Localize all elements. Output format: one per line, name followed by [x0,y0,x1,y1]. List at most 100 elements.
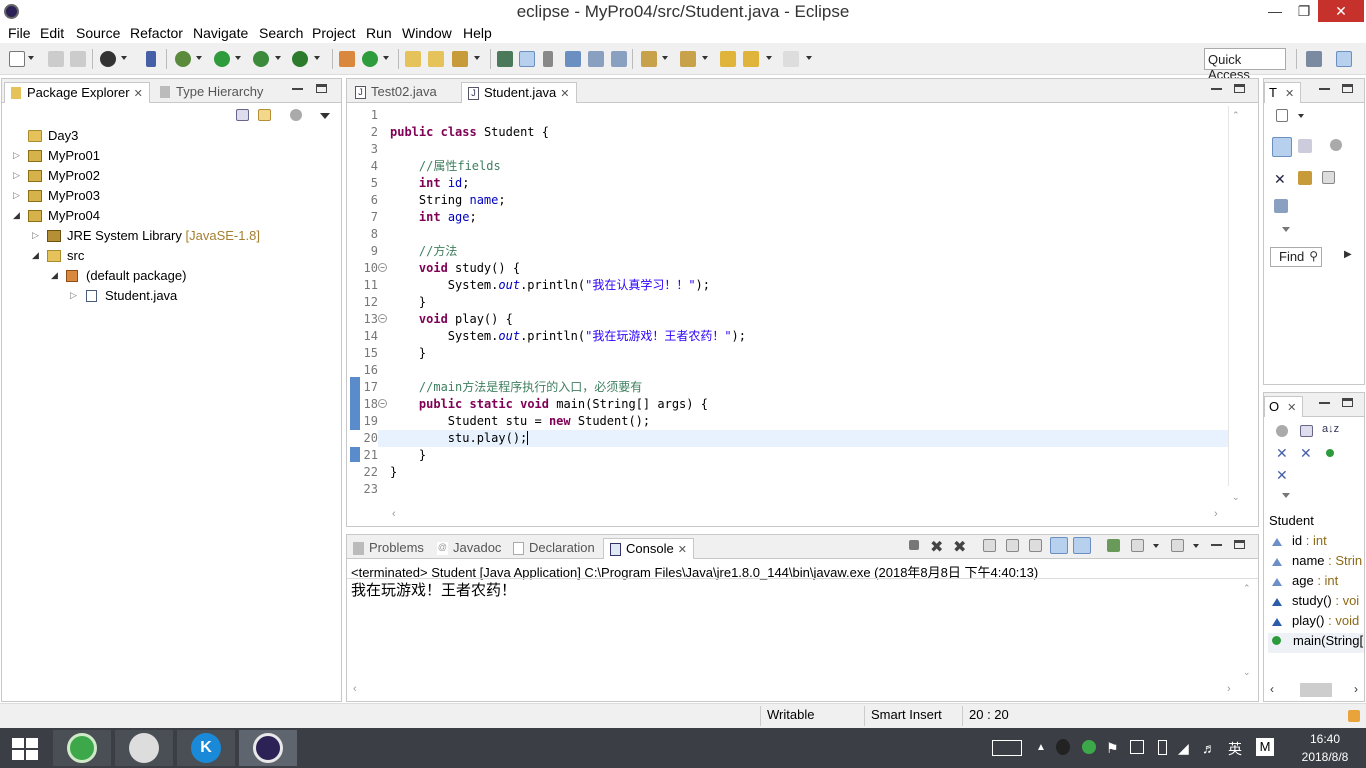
outline-item-name[interactable]: name : Strin [1268,553,1362,573]
terminate-icon[interactable] [909,540,919,550]
show-on-stdout-icon[interactable] [1050,537,1068,554]
display-icon[interactable] [1130,740,1144,754]
sort-icon[interactable]: a↓z [1322,423,1339,439]
next-annotation-icon[interactable] [641,51,657,67]
remove-launch-icon[interactable]: ✖ [930,537,946,556]
expand-arrow-icon[interactable]: ▷ [13,170,20,181]
tab-student-java[interactable]: J Student.java ✕ [461,82,577,103]
outline-class-name[interactable]: Student [1269,513,1314,528]
open-perspective-icon[interactable] [1306,51,1322,67]
forward-arrow-icon[interactable] [783,51,799,67]
menu-navigate[interactable]: Navigate [193,25,248,41]
minimize-icon[interactable] [1211,84,1222,90]
tab-package-explorer[interactable]: Package Explorer ✕ [4,82,150,103]
clock-date[interactable]: 2018/8/8 [1290,750,1360,764]
java-perspective-icon[interactable] [1336,51,1352,67]
collapse-arrow-icon[interactable]: ◢ [13,210,20,221]
show-on-stderr-icon[interactable] [1073,537,1091,554]
menu-search[interactable]: Search [259,25,303,41]
tab-declaration[interactable]: Declaration [507,538,601,559]
new-task-icon[interactable] [1276,109,1288,122]
console-output[interactable]: 我在玩游戏！王者农药！ [351,579,516,600]
debug-icon[interactable] [175,51,191,67]
outline-item-id[interactable]: id : int [1268,533,1327,553]
filter-tasks-icon[interactable] [1330,139,1342,151]
menu-edit[interactable]: Edit [40,25,64,41]
close-window-button[interactable]: ✕ [1318,0,1364,22]
hide-static-icon[interactable]: ✕ [1300,445,1316,461]
tab-test02-java[interactable]: J Test02.java [349,82,443,103]
annotation-icon[interactable] [497,51,513,67]
qq-tray-icon[interactable] [1056,739,1070,755]
new-class-icon[interactable] [362,51,378,67]
taskbar-app-k[interactable]: K [177,730,235,766]
chevron-down-icon[interactable] [1282,493,1290,498]
close-icon[interactable]: ✕ [560,88,569,100]
coverage-icon[interactable] [253,51,269,67]
ime-indicator[interactable]: 英 [1228,739,1242,759]
chevron-down-icon[interactable] [1282,227,1290,232]
tab-javadoc[interactable]: @ Javadoc [431,538,507,559]
menu-run[interactable]: Run [366,25,392,41]
word-wrap-icon[interactable] [565,51,581,67]
word-wrap-console-icon[interactable] [1029,539,1042,552]
windows-start-icon[interactable] [12,738,38,760]
outline-item-study[interactable]: study() : voi [1268,593,1359,613]
save-all-icon[interactable] [70,51,86,67]
menu-project[interactable]: Project [312,25,356,41]
scroll-left-icon[interactable]: ‹ [353,683,357,695]
expand-arrow-icon[interactable]: ▷ [70,290,77,301]
close-icon[interactable]: ✕ [678,544,687,556]
synchronize-icon[interactable] [1274,199,1288,213]
remove-all-launches-icon[interactable]: ✖ [953,537,969,556]
tab-console[interactable]: Console ✕ [603,538,694,559]
taskbar-app-browser[interactable] [53,730,111,766]
notification-icon[interactable] [1348,710,1360,722]
scheduled-icon[interactable] [1298,139,1312,153]
filter-icon[interactable] [290,109,302,121]
tab-type-hierarchy[interactable]: Type Hierarchy [154,82,269,103]
new-icon[interactable] [9,51,25,67]
block-selection-icon[interactable] [543,51,553,67]
search-tool-icon[interactable] [452,51,468,67]
menu-source[interactable]: Source [76,25,120,41]
scroll-up-icon[interactable]: ⌃ [1232,110,1240,121]
maximize-icon[interactable] [1342,84,1353,93]
chevron-right-icon[interactable]: ▶ [1344,249,1352,260]
show-hidden-icons-icon[interactable]: ▲ [1036,742,1046,753]
hide-nonpublic-icon[interactable] [1326,449,1334,457]
expand-arrow-icon[interactable]: ▷ [32,230,39,241]
view-menu-icon[interactable] [320,113,330,119]
tab-outline[interactable]: O ✕ [1264,396,1304,417]
fold-toggle-icon[interactable]: − [378,314,387,323]
network-icon[interactable]: ◢ [1178,740,1189,757]
scroll-down-icon[interactable]: ⌄ [1232,492,1240,503]
keyboard-icon[interactable] [992,740,1022,756]
maximize-icon[interactable] [316,84,327,93]
fold-toggle-icon[interactable]: − [378,399,387,408]
tab-problems[interactable]: Problems [347,538,430,559]
clock-time[interactable]: 16:40 [1290,732,1360,746]
minimize-icon[interactable] [1211,540,1222,546]
hide-completed-icon[interactable]: ✕ [1274,171,1290,187]
categorize-icon[interactable] [1272,137,1292,157]
find-tasks-input[interactable]: Find ⚲ [1270,247,1322,267]
maximize-icon[interactable] [1234,540,1245,549]
fold-toggle-icon[interactable]: − [378,263,387,272]
tab-task-list[interactable]: T ✕ [1264,82,1302,103]
scroll-down-icon[interactable]: ⌄ [1243,667,1251,678]
display-console-icon[interactable] [1131,539,1144,552]
expand-arrow-icon[interactable]: ▷ [13,190,20,201]
scroll-left-icon[interactable]: ‹ [1270,682,1274,696]
external-tools-icon[interactable] [292,51,308,67]
back-arrow-icon[interactable] [743,51,759,67]
open-console-icon[interactable] [1171,539,1184,552]
save-icon[interactable] [48,51,64,67]
scroll-left-icon[interactable]: ‹ [392,508,396,520]
minimize-icon[interactable] [1319,398,1330,404]
collapse-all-icon[interactable] [236,109,249,121]
focus-icon[interactable] [1298,171,1312,185]
last-edit-icon[interactable] [720,51,736,67]
hide-fields-icon[interactable]: ✕ [1276,445,1292,461]
maximize-icon[interactable] [1342,398,1353,407]
